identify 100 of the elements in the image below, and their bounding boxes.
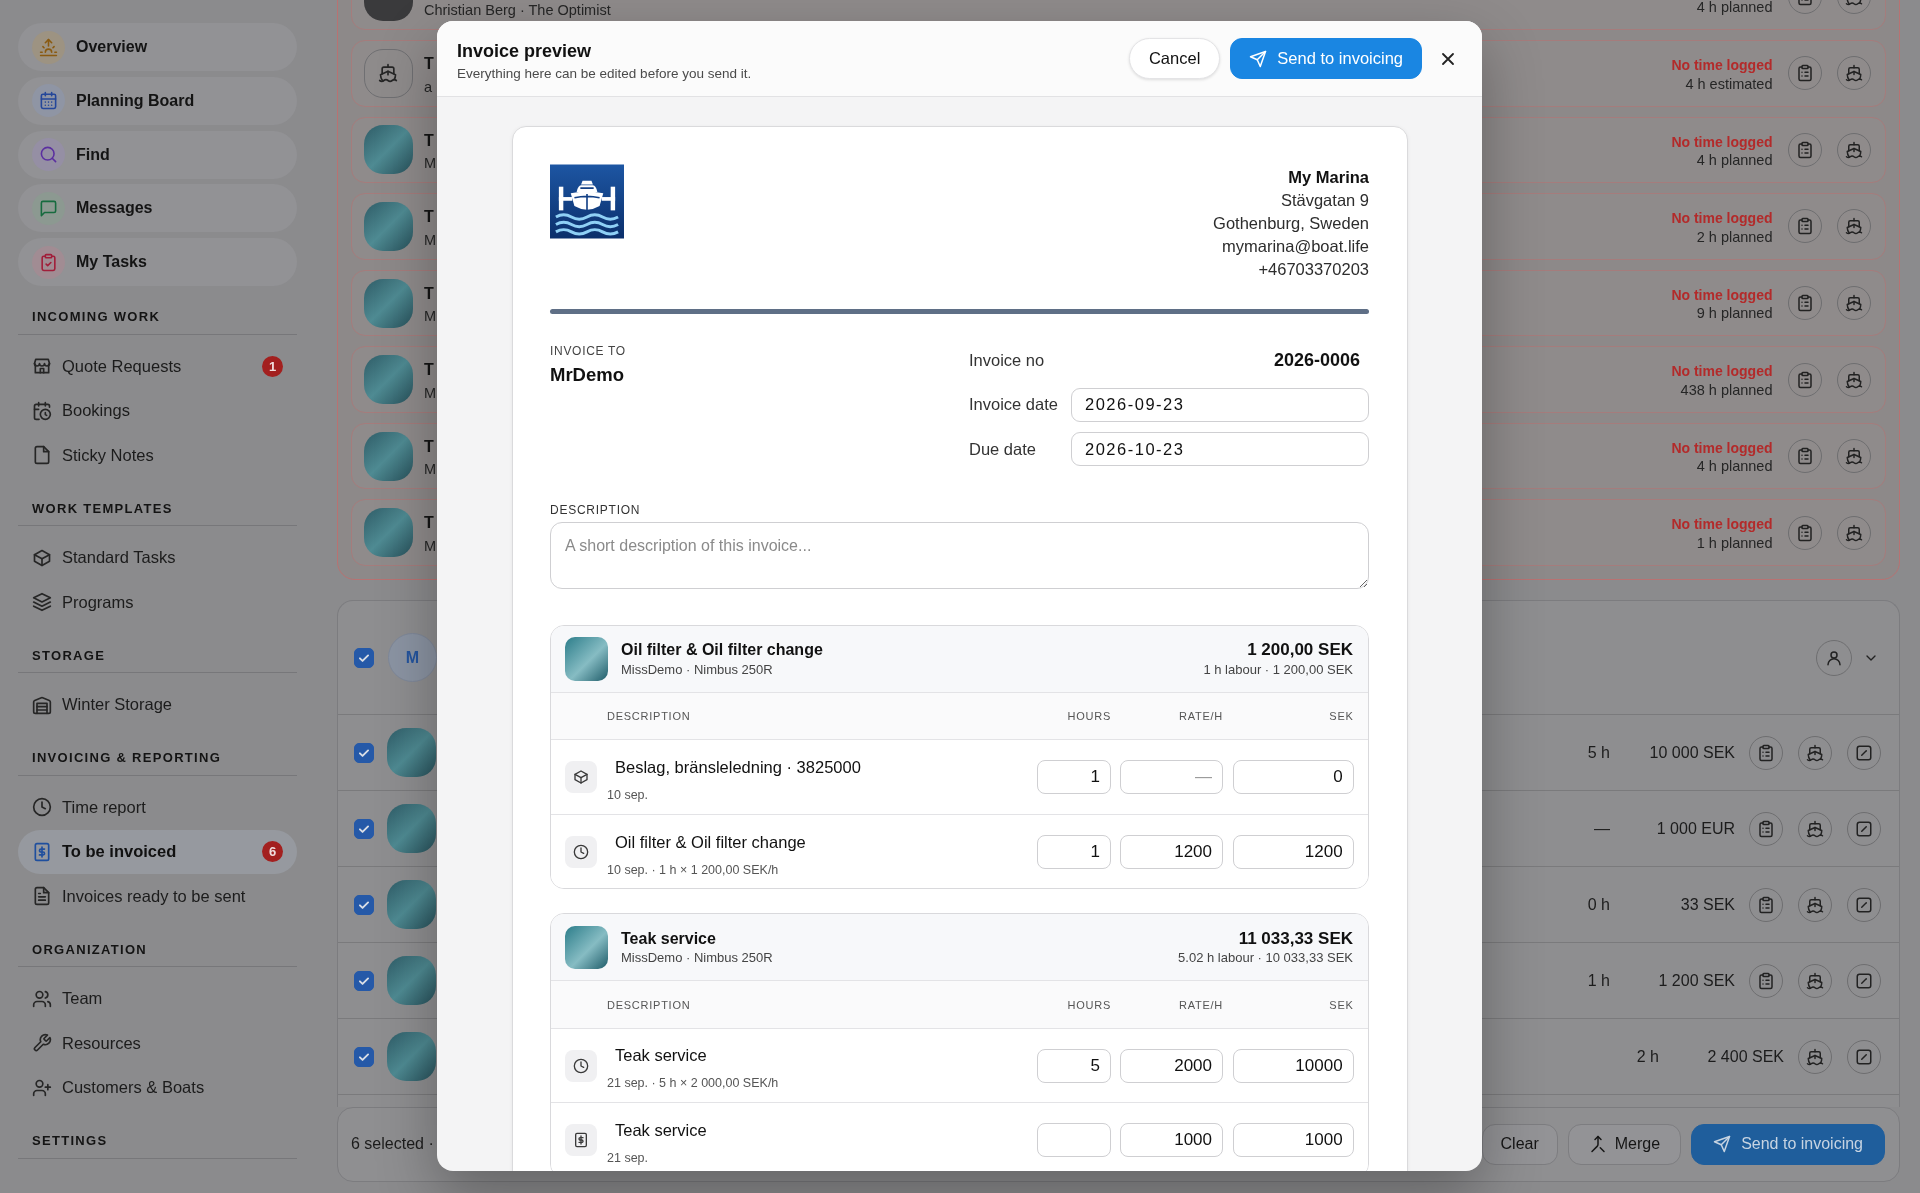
store-icon xyxy=(32,356,52,377)
cancel-button[interactable]: Cancel xyxy=(1128,38,1221,79)
group-total: 1 200,00 SEK xyxy=(1247,640,1353,661)
checkbox[interactable] xyxy=(354,1046,374,1067)
nav-item[interactable]: Find xyxy=(18,130,297,179)
job-subtitle: a xyxy=(424,78,433,95)
sidebar-item[interactable]: Bookings xyxy=(18,388,297,433)
ship-icon xyxy=(1845,294,1863,312)
sidebar-item[interactable]: Team xyxy=(18,976,297,1021)
estimate-text: 4 h planned xyxy=(1696,152,1773,169)
clipboard-icon xyxy=(1795,447,1814,466)
invoice-to-label: INVOICE TO xyxy=(550,343,626,359)
sidebar-item[interactable]: Resources xyxy=(18,1021,297,1066)
amount-field[interactable]: 10000 xyxy=(1232,1048,1354,1083)
job-title: T xyxy=(424,208,434,226)
column-heading: HOURS xyxy=(1067,998,1111,1011)
amount-text: 1 000 EUR xyxy=(1656,819,1735,837)
document-icon xyxy=(32,886,52,907)
clipboard-icon xyxy=(1757,895,1775,914)
send-to-invoicing-button[interactable]: Send to invoicing xyxy=(1230,38,1422,79)
count-badge: 1 xyxy=(262,355,283,377)
users-icon xyxy=(32,988,52,1009)
status-label: No time logged xyxy=(1671,286,1773,303)
nav-item[interactable]: Messages xyxy=(18,184,297,233)
clear-button[interactable]: Clear xyxy=(1481,1123,1558,1165)
hours-field[interactable]: 5 xyxy=(1036,1048,1111,1083)
amount-field[interactable]: 1000 xyxy=(1232,1123,1354,1158)
checkbox[interactable] xyxy=(354,742,374,763)
nav-item[interactable]: My Tasks xyxy=(18,238,297,286)
column-heading: SEK xyxy=(1329,710,1354,723)
hours-text: 2 h xyxy=(1636,1047,1659,1065)
dialog-subtitle: Everything here can be edited before you send it. xyxy=(457,64,752,83)
merge-button[interactable]: Merge xyxy=(1567,1123,1682,1165)
square-slash-icon xyxy=(1855,971,1873,990)
nav-item[interactable]: Planning Board xyxy=(18,76,297,125)
section-heading: SETTINGS xyxy=(32,1133,108,1149)
checkbox[interactable] xyxy=(354,894,374,915)
square-slash-icon xyxy=(1855,743,1873,762)
line-description: Teak service xyxy=(615,1045,707,1066)
company-detail: +46703370203 xyxy=(1258,259,1369,281)
sidebar-item[interactable]: Time report xyxy=(18,785,297,830)
sidebar-item[interactable]: Sticky Notes xyxy=(18,433,297,478)
rate-field[interactable]: 1000 xyxy=(1120,1123,1223,1158)
customer-avatar: M xyxy=(388,633,437,683)
clipboard-icon xyxy=(1795,140,1814,159)
date-field[interactable]: 2026-10-23 xyxy=(1071,432,1369,466)
rate-field[interactable]: — xyxy=(1120,760,1223,795)
checkbox[interactable] xyxy=(354,970,374,991)
boat-name: MissDemo · Nimbus 250R xyxy=(621,950,773,967)
job-title: T xyxy=(424,131,434,149)
job-subtitle: Christian Berg · The Optimist xyxy=(424,2,611,18)
nav-item[interactable]: Overview xyxy=(18,23,297,71)
status-label: No time logged xyxy=(1671,57,1773,74)
clipboard-icon xyxy=(1795,294,1814,312)
column-heading: DESCRIPTION xyxy=(607,710,691,723)
amount-field[interactable]: 1200 xyxy=(1232,834,1354,869)
photo-placeholder xyxy=(363,201,413,251)
description-field[interactable]: A short description of this invoice... xyxy=(550,521,1369,589)
photo-placeholder xyxy=(363,125,413,175)
clipboard-icon xyxy=(1795,64,1814,83)
section-heading: INVOICING & REPORTING xyxy=(32,750,222,766)
amount-text: 1 200 SEK xyxy=(1658,971,1735,989)
ship-icon xyxy=(1845,64,1863,83)
square-slash-icon xyxy=(1855,1047,1873,1066)
amount-field[interactable]: 0 xyxy=(1232,760,1354,795)
group-summary: 5.02 h labour · 10 033,33 SEK xyxy=(1178,950,1353,967)
ship-icon xyxy=(1845,447,1863,466)
ship-icon xyxy=(1806,971,1824,990)
amount-text: 33 SEK xyxy=(1680,895,1735,913)
clipboard-check-icon xyxy=(32,245,65,279)
sidebar-item[interactable]: Customers & Boats xyxy=(18,1065,297,1110)
photo-placeholder xyxy=(564,925,608,970)
sidebar-item[interactable]: To be invoiced 6 xyxy=(18,829,297,874)
rate-field[interactable]: 1200 xyxy=(1120,834,1223,869)
group-total: 11 033,33 SEK xyxy=(1238,928,1353,949)
clock-icon xyxy=(564,835,597,868)
line-meta: 21 sep. xyxy=(607,1149,648,1166)
dollar-file-icon xyxy=(32,841,52,862)
line-meta: 10 sep. · 1 h × 1 200,00 SEK/h xyxy=(607,861,779,878)
sidebar-item[interactable]: Programs xyxy=(18,580,297,625)
warehouse-icon xyxy=(32,694,52,715)
sidebar-item[interactable]: Invoices ready to be sent xyxy=(18,874,297,919)
photo-placeholder xyxy=(363,278,413,328)
line-description: Teak service xyxy=(615,1119,707,1140)
sidebar-item[interactable]: Quote Requests 1 xyxy=(18,344,297,389)
date-field[interactable]: 2026-09-23 xyxy=(1071,387,1369,422)
hours-field[interactable]: 1 xyxy=(1036,834,1111,869)
hours-field[interactable]: 1 xyxy=(1036,760,1111,795)
checkbox[interactable] xyxy=(354,818,374,839)
file-icon xyxy=(32,445,52,466)
column-heading: SEK xyxy=(1329,998,1354,1011)
sidebar-item[interactable]: Standard Tasks xyxy=(18,535,297,580)
rate-field[interactable]: 2000 xyxy=(1120,1048,1223,1083)
send-to-invoicing-button[interactable]: Send to invoicing xyxy=(1691,1123,1885,1165)
hours-field[interactable] xyxy=(1036,1123,1111,1158)
checkbox[interactable] xyxy=(354,647,374,668)
sidebar-item[interactable]: Winter Storage xyxy=(18,682,297,727)
status-label: No time logged xyxy=(1671,439,1773,456)
ship-icon xyxy=(1845,217,1863,236)
clipboard-icon xyxy=(1795,523,1814,542)
